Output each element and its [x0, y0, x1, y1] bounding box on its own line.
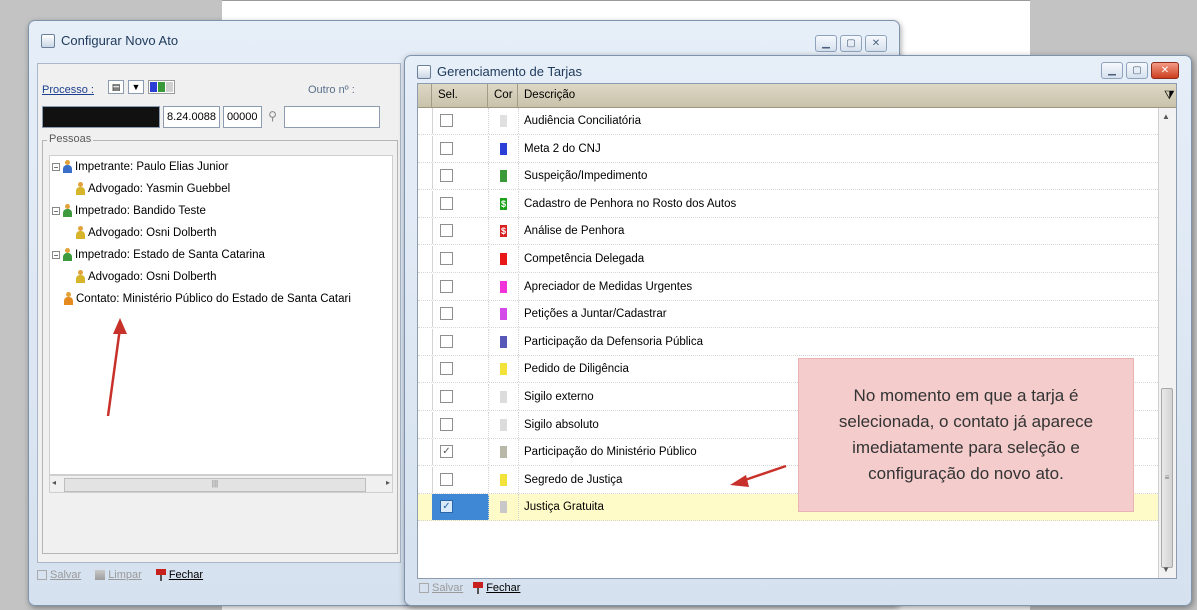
- annotation-arrow-2: [730, 464, 787, 487]
